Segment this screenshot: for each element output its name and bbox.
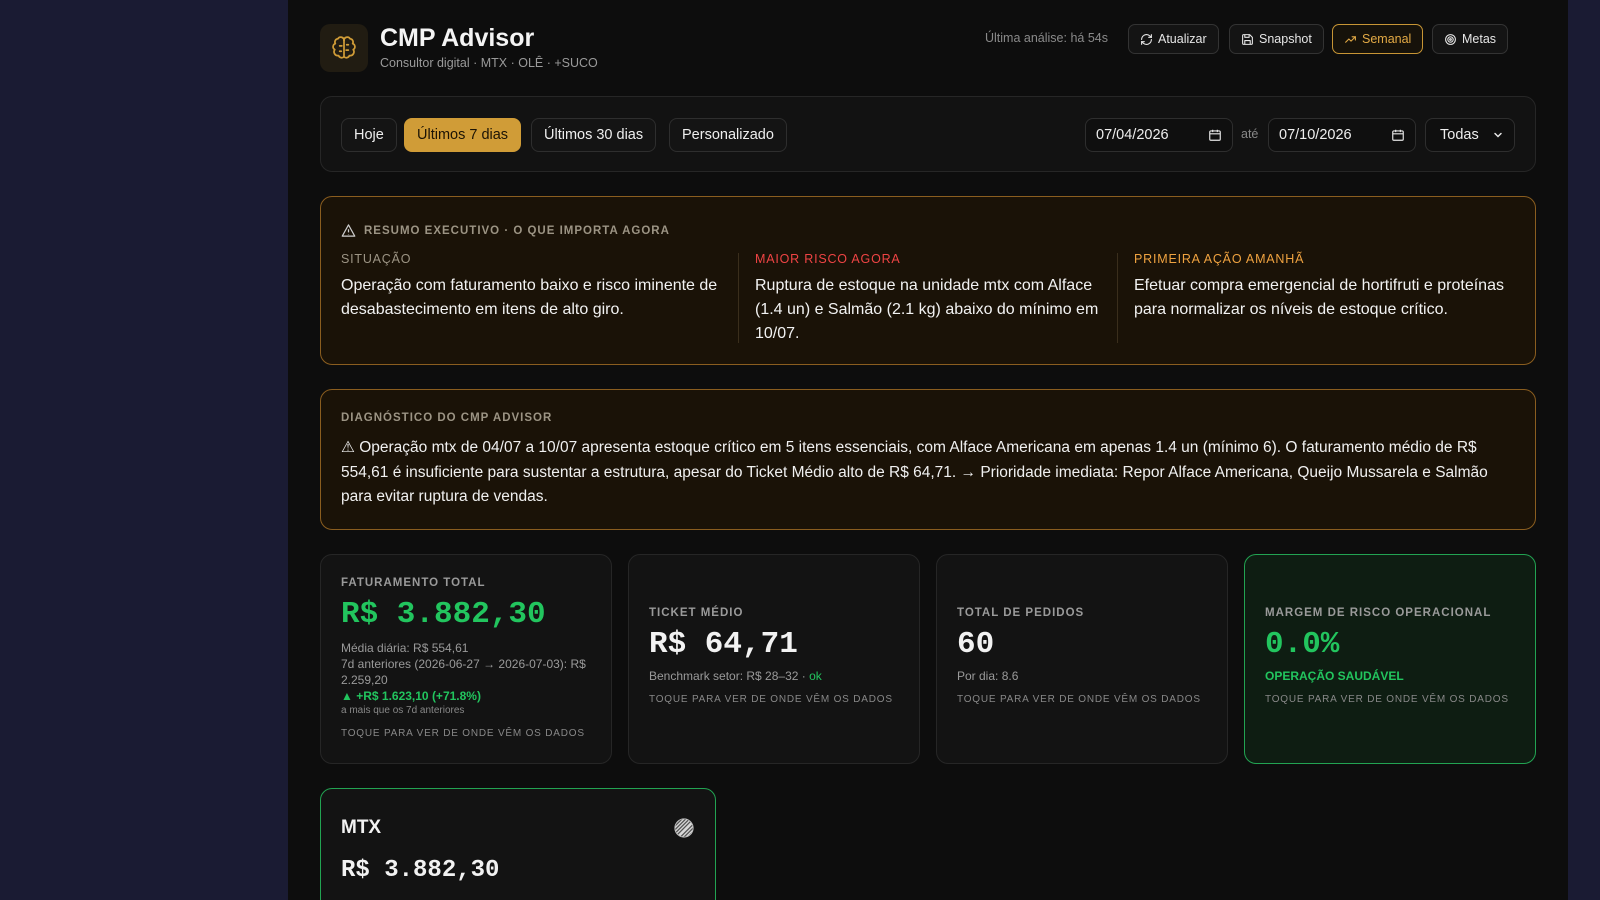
diagnostic-card: DIAGNÓSTICO DO CMP ADVISOR ⚠ Operação mt… bbox=[320, 389, 1536, 530]
unit-revenue-value: R$ 3.882,30 bbox=[341, 857, 500, 884]
column-divider bbox=[1117, 253, 1118, 343]
kpi-orders-per-day: Por dia: 8.6 bbox=[957, 669, 1019, 683]
date-from-input[interactable]: 07/04/2026 bbox=[1085, 118, 1233, 152]
snapshot-button[interactable]: Snapshot bbox=[1229, 24, 1324, 54]
kpi-revenue-daily-avg: Média diária: R$ 554,61 bbox=[341, 641, 469, 655]
app-title: CMP Advisor bbox=[380, 24, 535, 52]
diagnostic-text: ⚠ Operação mtx de 04/07 a 10/07 apresent… bbox=[341, 439, 1488, 505]
situation-column: SITUAÇÃO Operação com faturamento baixo … bbox=[341, 252, 721, 322]
refresh-button[interactable]: Atualizar bbox=[1128, 24, 1219, 54]
brain-icon bbox=[332, 36, 356, 59]
kpi-ticket-tap-hint: TOQUE PARA VER DE ONDE VÊM OS DADOS bbox=[649, 694, 893, 705]
unit-logo-icon bbox=[674, 818, 694, 838]
kpi-revenue-previous: 7d anteriores (2026-06-27 → 2026-07-03):… bbox=[341, 657, 586, 687]
filter-last7-button[interactable]: Últimos 7 dias bbox=[404, 118, 522, 152]
refresh-label: Atualizar bbox=[1158, 32, 1207, 46]
kpi-risk-card[interactable]: MARGEM DE RISCO OPERACIONAL 0.0% OPERAÇÃ… bbox=[1244, 554, 1536, 764]
date-to-value: 07/10/2026 bbox=[1279, 127, 1352, 143]
refresh-icon bbox=[1141, 33, 1152, 45]
goals-button[interactable]: Metas bbox=[1432, 24, 1509, 54]
weekly-button[interactable]: Semanal bbox=[1332, 24, 1424, 54]
kpi-ticket-benchmark: Benchmark setor: R$ 28–32 · ok bbox=[649, 668, 905, 684]
filter-custom-button[interactable]: Personalizado bbox=[669, 118, 787, 152]
trend-up-icon bbox=[1345, 35, 1356, 43]
kpi-revenue-card[interactable]: FATURAMENTO TOTAL R$ 3.882,30 Média diár… bbox=[320, 554, 612, 764]
snapshot-label: Snapshot bbox=[1259, 32, 1312, 46]
column-divider bbox=[738, 253, 739, 343]
risk-text: Ruptura de estoque na unidade mtx com Al… bbox=[755, 277, 1099, 342]
filter-today-button[interactable]: Hoje bbox=[341, 118, 397, 152]
weekly-label: Semanal bbox=[1362, 32, 1412, 46]
target-icon bbox=[1445, 33, 1456, 45]
diagnostic-heading: DIAGNÓSTICO DO CMP ADVISOR bbox=[341, 412, 553, 424]
period-filter-bar: Hoje Últimos 7 dias Últimos 30 dias Pers… bbox=[320, 96, 1536, 172]
kpi-revenue-tap-hint: TOQUE PARA VER DE ONDE VÊM OS DADOS bbox=[341, 728, 585, 739]
date-from-value: 07/04/2026 bbox=[1096, 127, 1169, 143]
last-analysis-timestamp: Última análise: há 54s bbox=[985, 31, 1108, 45]
kpi-risk-status: OPERAÇÃO SAUDÁVEL bbox=[1265, 669, 1404, 683]
kpi-risk-label: MARGEM DE RISCO OPERACIONAL bbox=[1265, 607, 1492, 619]
executive-summary-card: RESUMO EXECUTIVO · O QUE IMPORTA AGORA S… bbox=[320, 196, 1536, 365]
situation-text: Operação com faturamento baixo e risco i… bbox=[341, 277, 718, 318]
kpi-revenue-label: FATURAMENTO TOTAL bbox=[341, 577, 486, 589]
kpi-ticket-benchmark-status: ok bbox=[809, 669, 822, 683]
unit-select-value: Todas bbox=[1440, 127, 1479, 143]
action-text: Efetuar compra emergencial de hortifruti… bbox=[1134, 277, 1504, 318]
risk-column: MAIOR RISCO AGORA Ruptura de estoque na … bbox=[755, 252, 1105, 346]
main-content: CMP Advisor Consultor digital · MTX · OL… bbox=[288, 0, 1568, 900]
unit-name: MTX bbox=[341, 817, 382, 838]
kpi-orders-card[interactable]: TOTAL DE PEDIDOS 60 Por dia: 8.6 TOQUE P… bbox=[936, 554, 1228, 764]
kpi-ticket-card[interactable]: TICKET MÉDIO R$ 64,71 Benchmark setor: R… bbox=[628, 554, 920, 764]
kpi-revenue-delta: ▲ +R$ 1.623,10 (+71.8%) bbox=[341, 689, 481, 703]
executive-summary-title: RESUMO EXECUTIVO · O QUE IMPORTA AGORA bbox=[364, 224, 670, 237]
kpi-ticket-benchmark-text: Benchmark setor: R$ 28–32 · bbox=[649, 669, 806, 683]
unit-select[interactable]: Todas bbox=[1425, 118, 1515, 152]
kpi-risk-value: 0.0% bbox=[1265, 627, 1340, 662]
kpi-orders-tap-hint: TOQUE PARA VER DE ONDE VÊM OS DADOS bbox=[957, 694, 1201, 705]
kpi-orders-label: TOTAL DE PEDIDOS bbox=[957, 607, 1085, 619]
kpi-risk-tap-hint: TOQUE PARA VER DE ONDE VÊM OS DADOS bbox=[1265, 694, 1509, 705]
app-subtitle: Consultor digital · MTX · OLÊ · +SUCO bbox=[380, 56, 598, 70]
unit-card-mtx[interactable]: MTX R$ 3.882,30 bbox=[320, 788, 716, 900]
calendar-icon bbox=[1392, 129, 1404, 141]
risk-label: MAIOR RISCO AGORA bbox=[755, 252, 901, 266]
action-column: PRIMEIRA AÇÃO AMANHÃ Efetuar compra emer… bbox=[1134, 252, 1514, 322]
filter-last30-button[interactable]: Últimos 30 dias bbox=[531, 118, 657, 152]
left-sidebar bbox=[0, 0, 288, 900]
goals-label: Metas bbox=[1462, 32, 1497, 46]
date-to-input[interactable]: 07/10/2026 bbox=[1268, 118, 1416, 152]
warning-icon bbox=[341, 224, 356, 237]
chevron-down-icon bbox=[1494, 132, 1502, 138]
kpi-revenue-delta-note: a mais que os 7d anteriores bbox=[341, 705, 465, 716]
save-icon bbox=[1242, 33, 1253, 45]
kpi-orders-value: 60 bbox=[957, 627, 995, 662]
calendar-icon bbox=[1209, 129, 1221, 141]
app-logo bbox=[320, 24, 368, 72]
date-range-separator: até bbox=[1241, 127, 1259, 141]
kpi-ticket-label: TICKET MÉDIO bbox=[649, 607, 744, 619]
right-rail bbox=[1568, 0, 1600, 900]
action-label: PRIMEIRA AÇÃO AMANHÃ bbox=[1134, 252, 1305, 266]
kpi-revenue-value: R$ 3.882,30 bbox=[341, 597, 546, 632]
kpi-ticket-value: R$ 64,71 bbox=[649, 627, 798, 662]
executive-summary-heading: RESUMO EXECUTIVO · O QUE IMPORTA AGORA bbox=[341, 223, 670, 238]
situation-label: SITUAÇÃO bbox=[341, 252, 412, 266]
